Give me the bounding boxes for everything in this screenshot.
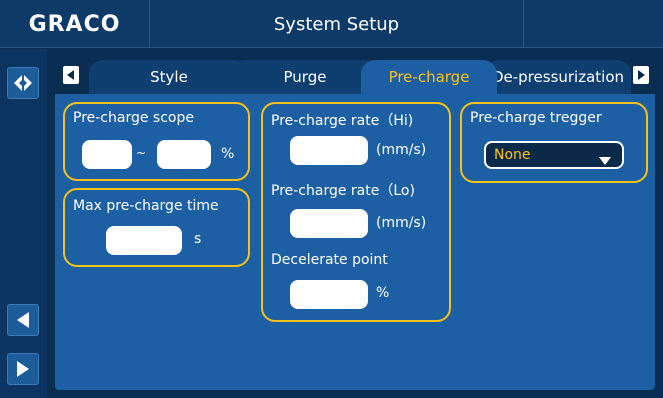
tab-scroll-right-button[interactable] bbox=[633, 66, 649, 84]
triangle-right-icon bbox=[638, 70, 645, 80]
precharge-trigger-group: Pre-charge tregger None bbox=[460, 102, 648, 183]
settings-panel: Pre-charge scope ~ % Max pre-charge time… bbox=[55, 94, 655, 390]
precharge-scope-unit: % bbox=[221, 146, 235, 162]
tab-bar: Style Purge De-pressurization Pre-charge bbox=[55, 58, 655, 94]
max-precharge-time-unit: s bbox=[194, 231, 202, 247]
precharge-rate-hi-input[interactable] bbox=[290, 136, 368, 165]
precharge-rate-hi-unit: (mm/s) bbox=[376, 142, 427, 158]
precharge-rate-lo-label: Pre-charge rate（Lo) bbox=[271, 183, 415, 199]
precharge-rate-lo-input[interactable] bbox=[290, 209, 368, 238]
tab-pre-charge[interactable]: Pre-charge bbox=[361, 60, 497, 94]
precharge-scope-min-input[interactable] bbox=[82, 140, 132, 169]
tab-de-pressurization[interactable]: De-pressurization bbox=[485, 60, 631, 94]
home-button[interactable] bbox=[7, 67, 39, 99]
precharge-rate-group: Pre-charge rate（Hi) (mm/s) Pre-charge ra… bbox=[261, 102, 451, 322]
precharge-trigger-select[interactable]: None bbox=[484, 141, 624, 169]
precharge-trigger-label: Pre-charge tregger bbox=[470, 110, 602, 126]
triangle-right-icon bbox=[17, 361, 29, 377]
previous-page-button[interactable] bbox=[7, 304, 39, 336]
precharge-rate-lo-unit: (mm/s) bbox=[376, 215, 427, 231]
precharge-scope-label: Pre-charge scope bbox=[73, 110, 194, 126]
dropdown-arrow-icon bbox=[598, 151, 612, 170]
graco-logo: GRACO bbox=[0, 0, 150, 48]
tab-scroll-left-button[interactable] bbox=[63, 66, 79, 84]
decelerate-point-input[interactable] bbox=[290, 280, 368, 309]
max-precharge-time-group: Max pre-charge time s bbox=[63, 188, 250, 267]
triangle-left-icon bbox=[17, 312, 29, 328]
precharge-rate-hi-label: Pre-charge rate（Hi) bbox=[271, 113, 414, 129]
precharge-scope-separator: ~ bbox=[136, 146, 147, 160]
max-precharge-time-label: Max pre-charge time bbox=[73, 198, 219, 214]
next-page-button[interactable] bbox=[7, 353, 39, 385]
sidebar bbox=[0, 49, 47, 398]
header-status-cell bbox=[524, 0, 663, 48]
decelerate-point-label: Decelerate point bbox=[271, 252, 388, 268]
header-bar: GRACO System Setup bbox=[0, 0, 663, 48]
page-title: System Setup bbox=[150, 0, 524, 48]
max-precharge-time-input[interactable] bbox=[106, 226, 182, 255]
graco-logo-icon bbox=[14, 74, 32, 92]
tab-style[interactable]: Style bbox=[89, 60, 249, 94]
precharge-scope-max-input[interactable] bbox=[157, 140, 211, 169]
decelerate-point-unit: % bbox=[376, 285, 390, 301]
precharge-trigger-value: None bbox=[494, 147, 531, 163]
triangle-left-icon bbox=[67, 70, 74, 80]
tab-purge[interactable]: Purge bbox=[231, 60, 379, 94]
precharge-scope-group: Pre-charge scope ~ % bbox=[63, 102, 250, 181]
